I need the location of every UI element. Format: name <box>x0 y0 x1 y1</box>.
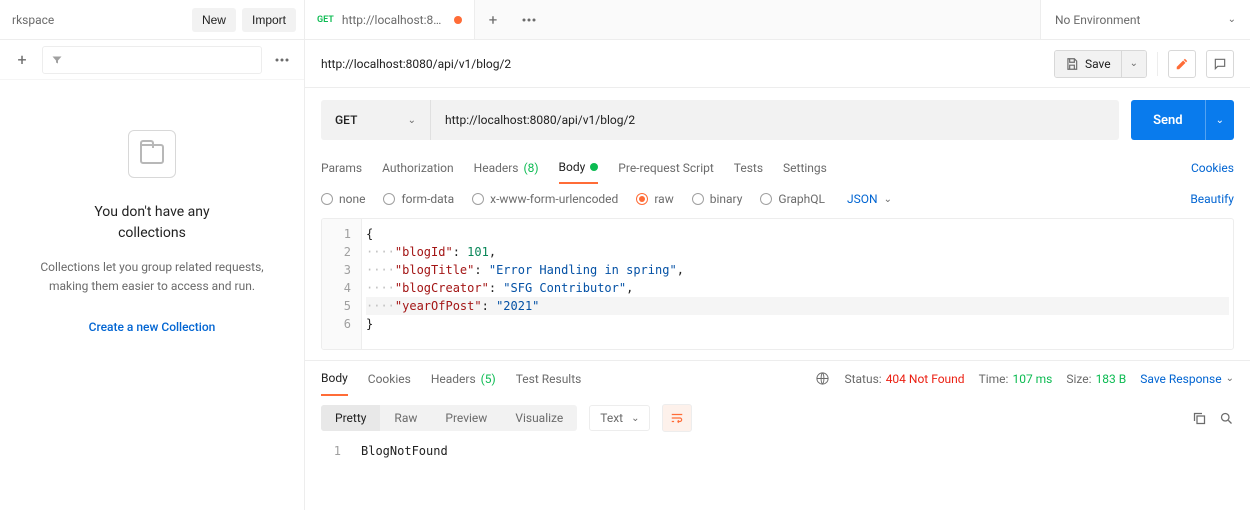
response-meta: Status: 404 Not Found Time: 107 ms Size:… <box>815 371 1234 386</box>
request-tabs-bar: GET http://localhost:80... + No Environm… <box>305 0 1250 40</box>
resp-tab-headers[interactable]: Headers (5) <box>431 361 496 396</box>
view-preview[interactable]: Preview <box>431 405 501 431</box>
radio-binary[interactable]: binary <box>692 192 743 206</box>
chevron-down-icon: ⌄ <box>1228 14 1236 25</box>
response-body[interactable]: 1 BlogNotFound <box>305 440 1250 462</box>
response-format-selector[interactable]: Text ⌄ <box>589 405 650 431</box>
save-response-button[interactable]: Save Response ⌄ <box>1140 372 1234 386</box>
response-view-group: Pretty Raw Preview Visualize <box>321 405 577 431</box>
globe-icon[interactable] <box>815 371 830 386</box>
empty-subtitle: Collections let you group related reques… <box>0 258 304 296</box>
breadcrumb-row: http://localhost:8080/api/v1/blog/2 Save… <box>305 40 1250 88</box>
view-raw[interactable]: Raw <box>380 405 431 431</box>
request-row: GET ⌄ http://localhost:8080/api/v1/blog/… <box>305 88 1250 152</box>
send-button-group: Send ⌄ <box>1131 100 1234 140</box>
resp-headers-count: (5) <box>481 372 496 386</box>
radio-xwww[interactable]: x-www-form-urlencoded <box>472 192 618 206</box>
chevron-down-icon: ⌄ <box>1226 373 1234 384</box>
view-visualize[interactable]: Visualize <box>501 405 577 431</box>
folder-icon <box>128 130 176 178</box>
main-panel: GET http://localhost:80... + No Environm… <box>305 0 1250 510</box>
wrap-icon <box>670 411 684 425</box>
tab-title: http://localhost:80... <box>342 13 446 27</box>
tab-prerequest[interactable]: Pre-request Script <box>618 152 713 184</box>
request-name[interactable]: http://localhost:8080/api/v1/blog/2 <box>321 57 511 71</box>
send-button[interactable]: Send <box>1131 113 1205 128</box>
body-format-selector[interactable]: JSON ⌄ <box>847 192 892 206</box>
chevron-down-icon: ⌄ <box>408 115 416 126</box>
search-icon[interactable] <box>1219 411 1234 426</box>
resp-tab-results[interactable]: Test Results <box>516 361 582 396</box>
chevron-down-icon: ⌄ <box>884 194 892 205</box>
tab-method: GET <box>317 15 334 25</box>
new-tab-button[interactable]: + <box>475 2 511 38</box>
request-subtabs: Params Authorization Headers (8) Body Pr… <box>305 152 1250 184</box>
editor-gutter: 1 2 3 4 5 6 <box>322 219 362 349</box>
save-button[interactable]: Save <box>1055 51 1121 77</box>
chevron-down-icon: ⌄ <box>631 413 639 424</box>
response-action-icons <box>1192 411 1234 426</box>
create-collection-icon[interactable]: + <box>8 46 36 74</box>
beautify-link[interactable]: Beautify <box>1190 192 1234 206</box>
tab-authorization[interactable]: Authorization <box>382 152 454 184</box>
size-meta[interactable]: Size: 183 B <box>1066 372 1126 386</box>
method-selector[interactable]: GET ⌄ <box>321 100 431 140</box>
status-meta[interactable]: Status: 404 Not Found <box>844 372 964 386</box>
tabs-more-icon[interactable] <box>511 2 547 38</box>
empty-collections: You don't have any collections Collectio… <box>0 80 304 510</box>
cookies-link[interactable]: Cookies <box>1191 161 1234 175</box>
save-caret[interactable]: ⌄ <box>1121 51 1146 77</box>
unsaved-dot-icon <box>454 16 462 24</box>
import-button[interactable]: Import <box>242 8 296 32</box>
url-input[interactable]: http://localhost:8080/api/v1/blog/2 <box>431 113 1119 127</box>
request-body-editor[interactable]: 1 2 3 4 5 6 { ····"blogId": 101, ····"bl… <box>321 218 1234 350</box>
response-text: BlogNotFound <box>351 444 1234 458</box>
comment-icon <box>1213 57 1227 71</box>
tab-headers[interactable]: Headers (8) <box>474 152 539 184</box>
view-pretty[interactable]: Pretty <box>321 405 380 431</box>
response-tabs: Body Cookies Headers (5) Test Results St… <box>305 360 1250 396</box>
time-meta[interactable]: Time: 107 ms <box>979 372 1053 386</box>
tab-settings[interactable]: Settings <box>783 152 827 184</box>
save-icon <box>1065 57 1079 71</box>
wrap-toggle[interactable] <box>662 404 692 432</box>
save-button-group: Save ⌄ <box>1054 50 1147 78</box>
comment-button[interactable] <box>1206 50 1234 78</box>
edit-button[interactable] <box>1168 50 1196 78</box>
resp-tab-body[interactable]: Body <box>321 361 348 396</box>
copy-icon[interactable] <box>1192 411 1207 426</box>
empty-title: You don't have any collections <box>94 202 209 244</box>
filter-input[interactable] <box>42 46 262 74</box>
workspace-label[interactable]: rkspace <box>8 13 54 27</box>
environment-selector[interactable]: No Environment ⌄ <box>1040 0 1250 39</box>
send-caret[interactable]: ⌄ <box>1205 100 1234 140</box>
response-view-bar: Pretty Raw Preview Visualize Text ⌄ <box>305 396 1250 440</box>
resp-tab-cookies[interactable]: Cookies <box>368 361 411 396</box>
headers-count: (8) <box>524 161 539 175</box>
tab-params[interactable]: Params <box>321 152 362 184</box>
create-collection-link[interactable]: Create a new Collection <box>89 320 216 334</box>
filter-icon <box>51 54 63 66</box>
environment-label: No Environment <box>1055 13 1140 27</box>
radio-raw[interactable]: raw <box>636 192 673 206</box>
body-dot-icon <box>590 163 598 171</box>
tab-body[interactable]: Body <box>559 152 599 184</box>
sidebar-topbar: rkspace New Import <box>0 0 304 40</box>
body-type-row: none form-data x-www-form-urlencoded raw… <box>305 184 1250 214</box>
sidebar-toolbar: + <box>0 40 304 80</box>
pencil-icon <box>1175 57 1189 71</box>
editor-code[interactable]: { ····"blogId": 101, ····"blogTitle": "E… <box>362 219 1233 349</box>
radio-form-data[interactable]: form-data <box>383 192 454 206</box>
new-button[interactable]: New <box>192 8 236 32</box>
method-url-bar: GET ⌄ http://localhost:8080/api/v1/blog/… <box>321 100 1119 140</box>
response-gutter: 1 <box>321 444 351 458</box>
sidebar-more-icon[interactable] <box>268 58 296 62</box>
tab-tests[interactable]: Tests <box>734 152 763 184</box>
radio-graphql[interactable]: GraphQL <box>760 192 825 206</box>
radio-none[interactable]: none <box>321 192 365 206</box>
request-tab[interactable]: GET http://localhost:80... <box>305 0 475 39</box>
sidebar: rkspace New Import + You don't have any … <box>0 0 305 510</box>
